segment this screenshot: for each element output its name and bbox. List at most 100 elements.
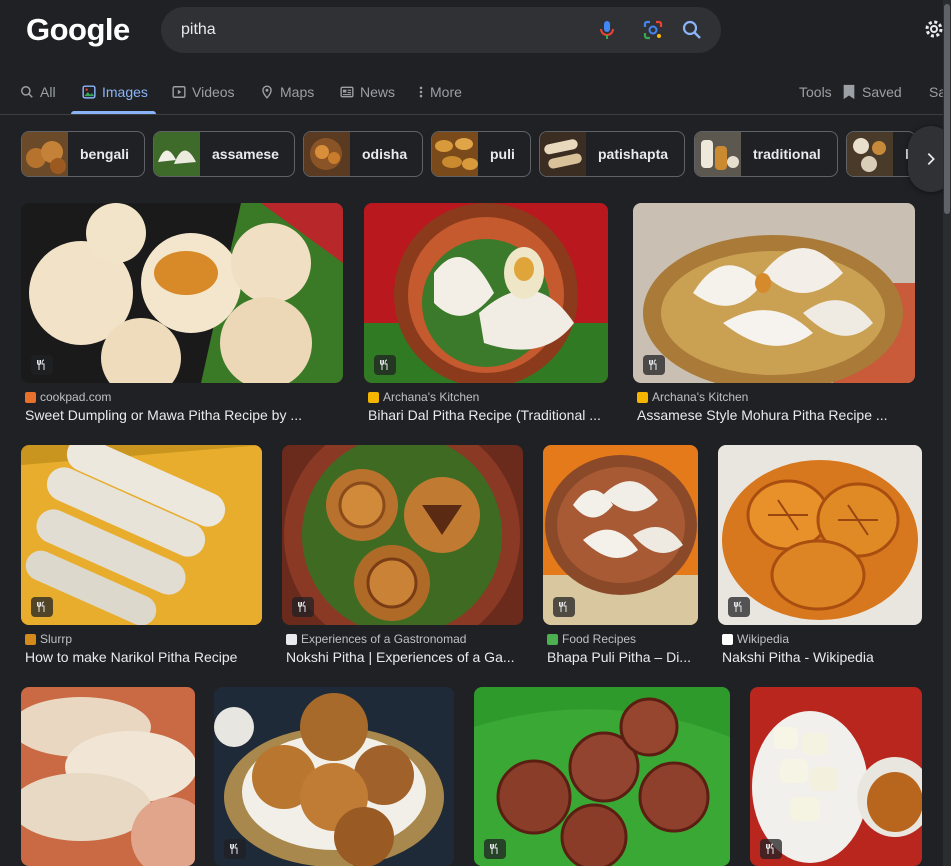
chip-odisha[interactable]: odisha [303,131,423,177]
recipe-badge [224,839,246,859]
result-image[interactable] [21,687,195,866]
favicon-icon [547,633,558,645]
result-title[interactable]: Assamese Style Mohura Pitha Recipe ... [637,407,915,423]
result-card[interactable]: Archana's Kitchen Assamese Style Mohura … [633,203,915,433]
favicon-icon [25,391,36,403]
chip-thumbnail [540,132,586,176]
tab-maps[interactable]: Maps [260,80,314,104]
recipe-badge [643,355,665,375]
tab-news[interactable]: News [340,80,395,104]
result-title[interactable]: Sweet Dumpling or Mawa Pitha Recipe by .… [25,407,341,423]
tab-more[interactable]: More [418,80,462,104]
bookmark-icon [843,84,855,100]
recipe-badge [760,839,782,859]
chip-patishapta[interactable]: patishapta [539,131,685,177]
tab-videos[interactable]: Videos [172,80,235,104]
fork-knife-icon [37,359,45,370]
chip-thumbnail [847,132,893,176]
favicon-icon [722,633,733,645]
tab-images-label: Images [102,84,148,100]
chip-thumbnail [154,132,200,176]
scrollbar-thumb[interactable] [944,4,950,214]
fork-knife-icon [734,601,742,612]
result-source[interactable]: Food Recipes [547,632,636,646]
fork-knife-icon [766,843,774,854]
tab-maps-label: Maps [280,84,315,100]
result-image[interactable] [21,203,343,383]
tab-news-label: News [360,84,396,100]
chip-thumbnail [695,132,741,176]
result-source[interactable]: Experiences of a Gastronomad [286,632,466,646]
result-source[interactable]: Slurrp [25,632,72,646]
recipe-badge [31,355,53,375]
search-box[interactable]: pitha [161,7,721,53]
microphone-icon[interactable] [595,18,619,42]
chip-label: bengali [80,146,130,162]
chip-label: patishapta [598,146,669,162]
result-image[interactable] [214,687,454,866]
result-source[interactable]: cookpad.com [25,390,111,404]
chip-label: puli [490,146,515,162]
map-pin-icon [262,85,272,99]
result-card[interactable]: Archana's Kitchen Bihari Dal Pitha Recip… [364,203,608,433]
chip-partial[interactable]: b [846,131,916,177]
recipe-badge [292,597,314,617]
result-image[interactable] [21,445,262,625]
tools-button[interactable]: Tools [799,80,832,104]
images-icon [82,85,96,99]
tab-more-label: More [430,84,462,100]
result-title[interactable]: Bhapa Puli Pitha – Di... [547,649,698,665]
chip-thumbnail [304,132,350,176]
search-icon[interactable] [680,18,704,42]
result-source[interactable]: Wikipedia [722,632,789,646]
result-card[interactable] [750,687,922,866]
chip-bengali[interactable]: bengali [21,131,145,177]
tab-images[interactable]: Images [82,80,148,104]
tab-all[interactable]: All [20,80,56,104]
google-lens-icon[interactable] [641,18,665,42]
fork-knife-icon [230,843,238,854]
saved-button[interactable]: Saved [842,80,902,104]
result-source[interactable]: Archana's Kitchen [368,390,479,404]
result-image[interactable] [633,203,915,383]
google-logo[interactable]: Google [26,12,130,48]
result-card[interactable] [214,687,454,866]
fork-knife-icon [298,601,306,612]
result-card[interactable]: Wikipedia Nakshi Pitha - Wikipedia [718,445,922,675]
search-icon [21,86,33,98]
result-card[interactable]: Slurrp How to make Narikol Pitha Recipe [21,445,262,675]
chip-thumbnail [432,132,478,176]
more-vert-icon [419,86,423,98]
tools-label: Tools [799,84,832,100]
result-card[interactable]: Food Recipes Bhapa Puli Pitha – Di... [543,445,698,675]
recipe-badge [484,839,506,859]
result-title[interactable]: Nakshi Pitha - Wikipedia [722,649,922,665]
result-card[interactable]: cookpad.com Sweet Dumpling or Mawa Pitha… [21,203,343,433]
recipe-badge [728,597,750,617]
result-image[interactable] [282,445,523,625]
result-image[interactable] [364,203,608,383]
result-title[interactable]: Bihari Dal Pitha Recipe (Traditional ... [368,407,608,423]
recipe-badge [31,597,53,617]
fork-knife-icon [380,359,388,370]
chip-label: assamese [212,146,279,162]
result-title[interactable]: How to make Narikol Pitha Recipe [25,649,262,665]
favicon-icon [286,633,297,645]
result-card[interactable]: Experiences of a Gastronomad Nokshi Pith… [282,445,523,675]
search-input[interactable]: pitha [181,21,216,39]
chip-puli[interactable]: puli [431,131,531,177]
result-title[interactable]: Nokshi Pitha | Experiences of a Ga... [286,649,523,665]
result-card[interactable] [474,687,730,866]
result-image[interactable] [474,687,730,866]
chip-assamese[interactable]: assamese [153,131,295,177]
result-source[interactable]: Archana's Kitchen [637,390,748,404]
chip-traditional[interactable]: traditional [694,131,838,177]
recipe-badge [553,597,575,617]
favicon-icon [637,391,648,403]
favicon-icon [25,633,36,645]
fork-knife-icon [649,359,657,370]
result-card[interactable] [21,687,195,866]
header-divider [0,114,951,115]
chip-label: traditional [753,146,821,162]
tab-all-label: All [40,84,56,100]
